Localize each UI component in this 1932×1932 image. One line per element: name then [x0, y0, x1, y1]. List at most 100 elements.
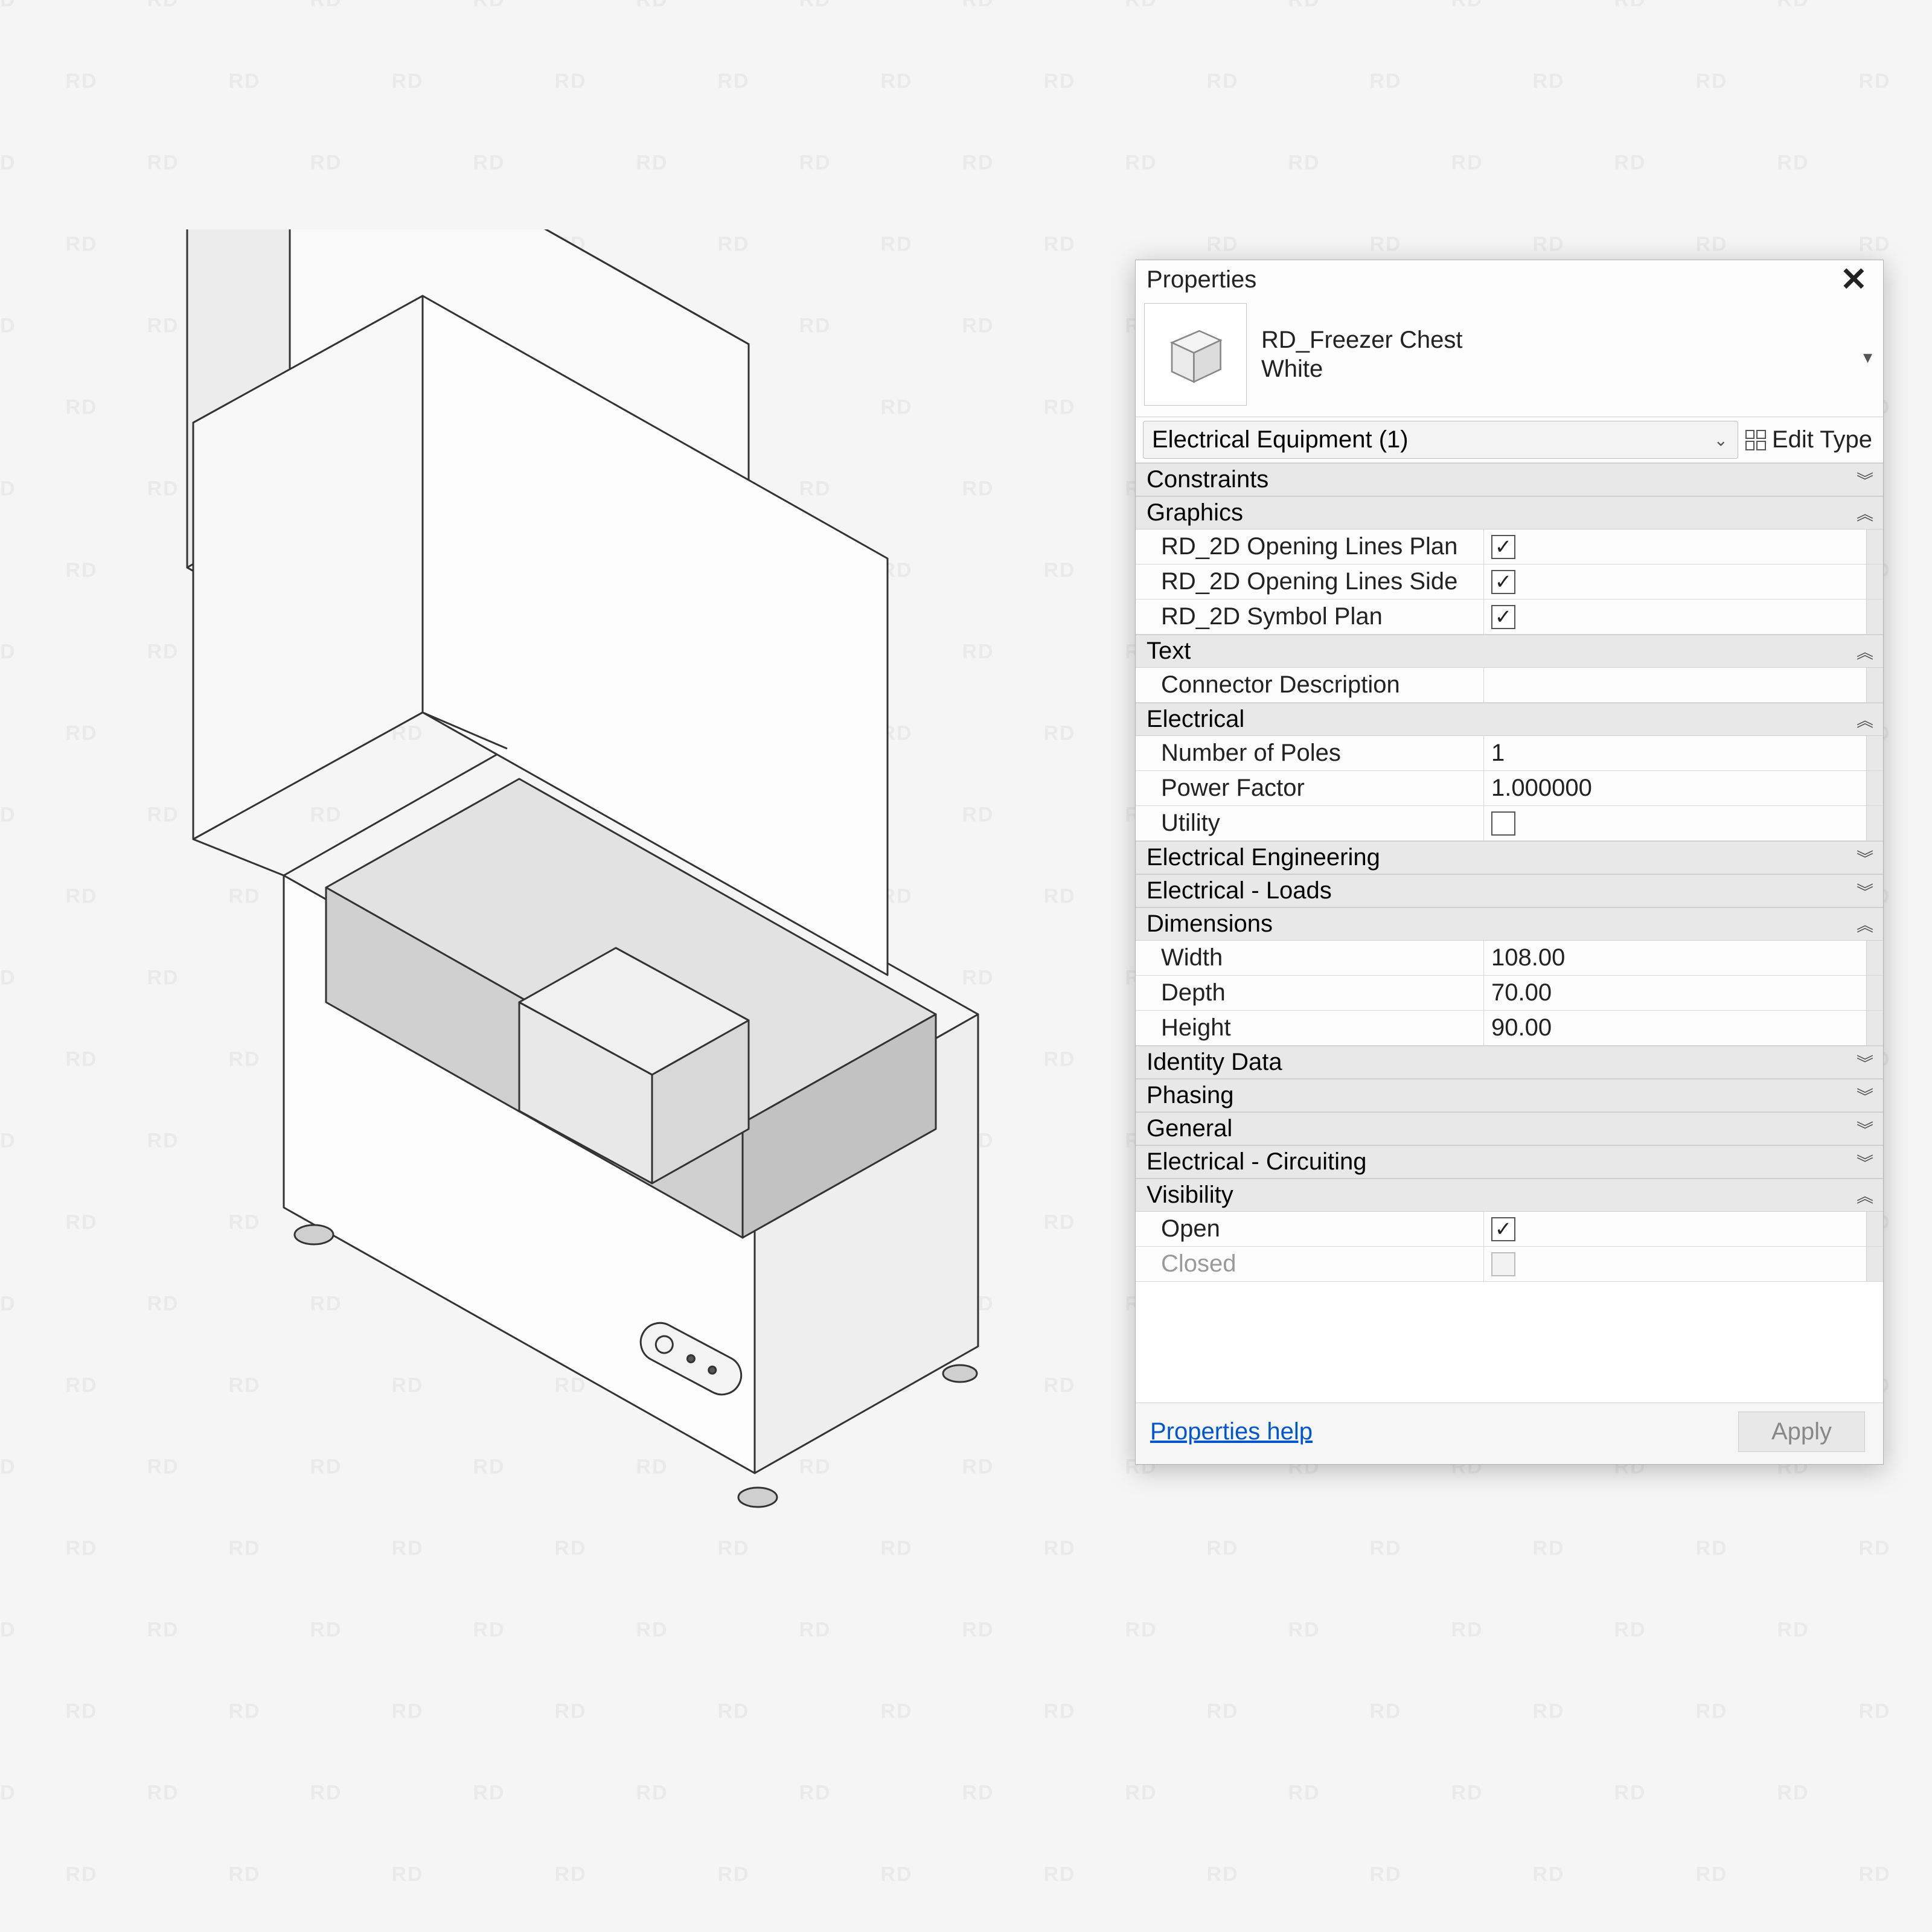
- param-value-cell[interactable]: ✓: [1484, 600, 1866, 634]
- group-header[interactable]: Identity Data ︾: [1136, 1046, 1883, 1079]
- group-header[interactable]: Electrical Engineering︾: [1136, 841, 1883, 874]
- param-value-text: 1.000000: [1491, 775, 1592, 802]
- param-row: RD_2D Opening Lines Plan ✓: [1136, 529, 1883, 565]
- collapse-icon: ︽: [1857, 501, 1872, 525]
- group-name: Phasing: [1147, 1082, 1234, 1109]
- param-value-cell[interactable]: 108.00: [1484, 941, 1866, 975]
- param-label: Number of Poles: [1136, 736, 1484, 770]
- param-label: Open: [1136, 1212, 1484, 1246]
- group-name: Visibility: [1147, 1182, 1233, 1209]
- expand-icon: ︾: [1857, 1117, 1872, 1141]
- group-header[interactable]: Graphics ︽: [1136, 496, 1883, 529]
- expand-icon: ︾: [1857, 879, 1872, 903]
- param-value-cell[interactable]: 90.00: [1484, 1011, 1866, 1045]
- param-assoc-button[interactable]: [1866, 668, 1883, 702]
- param-assoc-button[interactable]: [1866, 771, 1883, 805]
- group-header[interactable]: Electrical - Circuiting ︾: [1136, 1145, 1883, 1179]
- group-name: Text: [1147, 638, 1191, 665]
- group-name: Electrical - Circuiting: [1147, 1148, 1367, 1176]
- param-value-cell[interactable]: 1.000000: [1484, 771, 1866, 805]
- checkbox[interactable]: ✓: [1491, 1217, 1515, 1241]
- group-name: Electrical Engineering: [1147, 844, 1380, 871]
- family-type-selector[interactable]: RD_Freezer Chest White ▾: [1136, 298, 1883, 417]
- close-icon[interactable]: ✕: [1835, 267, 1872, 292]
- param-assoc-button[interactable]: [1866, 941, 1883, 975]
- group-name: General: [1147, 1115, 1232, 1142]
- group-name: Electrical: [1147, 706, 1244, 733]
- param-row: Number of Poles1: [1136, 736, 1883, 771]
- checkbox[interactable]: ✓: [1491, 535, 1515, 559]
- param-label: Utility: [1136, 806, 1484, 840]
- param-row: Height 90.00: [1136, 1011, 1883, 1046]
- param-assoc-button[interactable]: [1866, 806, 1883, 840]
- panel-title-text: Properties: [1147, 266, 1256, 293]
- group-name: Identity Data: [1147, 1049, 1282, 1076]
- group-header[interactable]: Text ︽: [1136, 635, 1883, 668]
- param-label: Height: [1136, 1011, 1484, 1045]
- expand-icon: ︾: [1857, 1084, 1872, 1108]
- param-label: RD_2D Opening Lines Side: [1136, 565, 1484, 599]
- edit-type-icon: [1745, 430, 1766, 450]
- param-value-cell[interactable]: ✓: [1484, 529, 1866, 564]
- properties-help-link[interactable]: Properties help: [1150, 1418, 1313, 1445]
- param-assoc-button[interactable]: [1866, 529, 1883, 564]
- param-row: Power Factor1.000000: [1136, 771, 1883, 806]
- group-header[interactable]: Constraints ︾: [1136, 463, 1883, 496]
- param-value-text: 70.00: [1491, 979, 1552, 1006]
- model-viewport[interactable]: [72, 229, 1099, 1558]
- group-header[interactable]: Electrical - Loads ︾: [1136, 874, 1883, 907]
- param-row: Connector Description: [1136, 668, 1883, 703]
- param-assoc-button[interactable]: [1866, 1247, 1883, 1281]
- collapse-icon: ︽: [1857, 1183, 1872, 1208]
- param-label: Width: [1136, 941, 1484, 975]
- param-row: Open ✓: [1136, 1212, 1883, 1247]
- param-assoc-button[interactable]: [1866, 736, 1883, 770]
- apply-button[interactable]: Apply: [1738, 1412, 1865, 1452]
- edit-type-button[interactable]: Edit Type: [1743, 417, 1883, 462]
- param-value-cell[interactable]: 1: [1484, 736, 1866, 770]
- group-header[interactable]: Phasing ︾: [1136, 1079, 1883, 1112]
- param-value-cell[interactable]: [1484, 806, 1866, 840]
- param-value-cell[interactable]: [1484, 1247, 1866, 1281]
- property-grid: Constraints ︾ Graphics ︽ RD_2D Opening Lines…: [1136, 463, 1883, 1282]
- collapse-icon: ︽: [1857, 639, 1872, 664]
- collapse-icon: ︽: [1857, 912, 1872, 936]
- param-value-cell[interactable]: [1484, 668, 1866, 702]
- checkbox[interactable]: ✓: [1491, 570, 1515, 594]
- param-row: Width 108.00: [1136, 941, 1883, 976]
- expand-icon: ︾: [1857, 468, 1872, 492]
- param-label: Closed: [1136, 1247, 1484, 1281]
- param-value-cell[interactable]: 70.00: [1484, 976, 1866, 1010]
- param-assoc-button[interactable]: [1866, 1212, 1883, 1246]
- category-filter-text: Electrical Equipment (1): [1152, 426, 1409, 453]
- group-header[interactable]: Visibility ︽: [1136, 1179, 1883, 1212]
- group-name: Graphics: [1147, 499, 1243, 526]
- param-value-cell[interactable]: ✓: [1484, 1212, 1866, 1246]
- param-value-text: 90.00: [1491, 1014, 1552, 1041]
- checkbox[interactable]: [1491, 811, 1515, 836]
- chevron-down-icon: ⌄: [1713, 430, 1727, 450]
- param-label: Depth: [1136, 976, 1484, 1010]
- category-filter-select[interactable]: Electrical Equipment (1) ⌄: [1143, 421, 1738, 459]
- type-name: White: [1261, 354, 1875, 383]
- group-header[interactable]: Electrical ︽: [1136, 703, 1883, 736]
- grid-empty-space: [1136, 1282, 1883, 1403]
- expand-icon: ︾: [1857, 1150, 1872, 1174]
- param-value-text: 108.00: [1491, 944, 1565, 971]
- param-row: Utility: [1136, 806, 1883, 841]
- param-assoc-button[interactable]: [1866, 565, 1883, 599]
- param-assoc-button[interactable]: [1866, 976, 1883, 1010]
- expand-icon: ︾: [1857, 1051, 1872, 1075]
- checkbox[interactable]: ✓: [1491, 605, 1515, 629]
- param-label: RD_2D Opening Lines Plan: [1136, 529, 1484, 564]
- group-header[interactable]: Dimensions︽: [1136, 907, 1883, 941]
- chevron-down-icon: ▾: [1863, 347, 1872, 368]
- collapse-icon: ︽: [1857, 708, 1872, 732]
- family-name: RD_Freezer Chest: [1261, 325, 1875, 354]
- group-header[interactable]: General ︾: [1136, 1112, 1883, 1145]
- group-name: Constraints: [1147, 466, 1268, 493]
- param-value-cell[interactable]: ✓: [1484, 565, 1866, 599]
- param-assoc-button[interactable]: [1866, 600, 1883, 634]
- group-name: Electrical - Loads: [1147, 877, 1332, 904]
- param-assoc-button[interactable]: [1866, 1011, 1883, 1045]
